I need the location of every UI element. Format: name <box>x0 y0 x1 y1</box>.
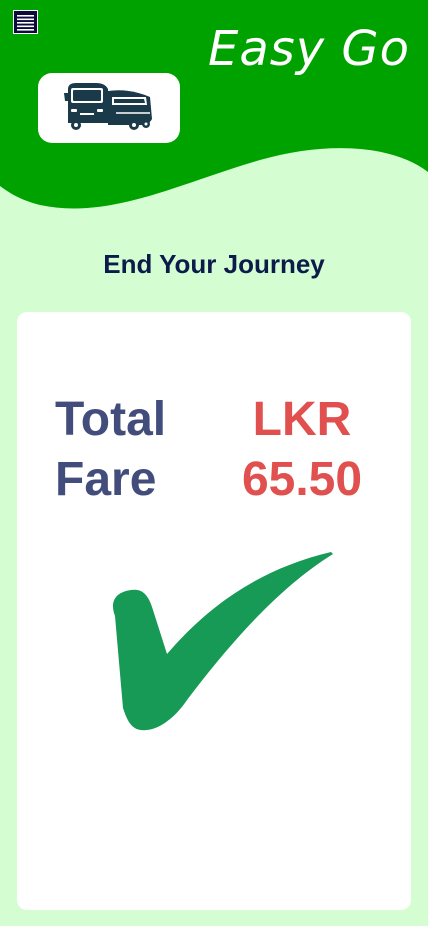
logo-card <box>38 73 180 143</box>
page-title: End Your Journey <box>103 249 325 279</box>
app-title: Easy Go <box>208 21 410 77</box>
total-fare-label: Total Fare <box>55 393 167 506</box>
fare-card: Total Fare LKR 65.50 <box>17 312 411 910</box>
total-fare-amount: LKR 65.50 <box>241 393 363 506</box>
check-mark-icon <box>112 552 333 731</box>
hamburger-menu-button[interactable] <box>13 10 38 34</box>
bus-icon <box>64 83 152 130</box>
hamburger-menu-icon <box>17 15 34 31</box>
